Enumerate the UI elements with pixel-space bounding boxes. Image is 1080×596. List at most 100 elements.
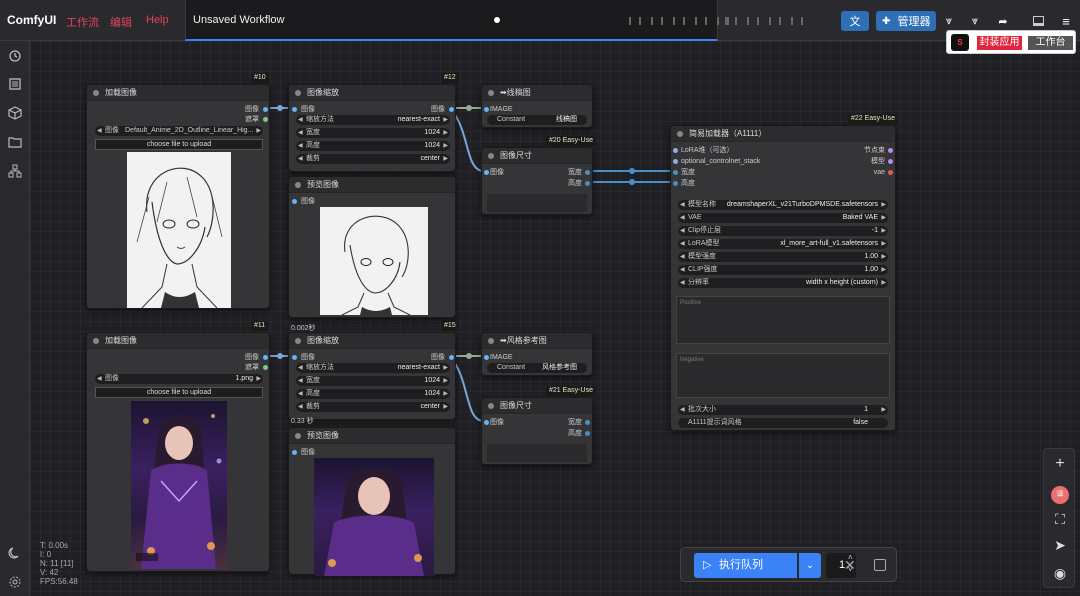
menu-help[interactable]: Help [146, 14, 169, 26]
node-title[interactable]: 图像尺寸 [482, 398, 592, 414]
workflow-tab[interactable]: Unsaved Workflow [185, 0, 729, 41]
load-image-node-1[interactable]: 加载图像 图像 遮罩 图像Default_Anime_2D_Outline_Li… [86, 84, 270, 309]
a1111-style-toggle[interactable]: A1111提示词风格 false [678, 418, 888, 428]
model-manager-icon[interactable]: ⩔ [966, 11, 984, 31]
resolution-widget[interactable]: 分辨率width x height (custom) [678, 278, 888, 288]
input-slot-controlnet-stack[interactable]: optional_controlnet_stack [673, 157, 760, 166]
preview-image-node-1[interactable]: 预览图像 图像 [288, 176, 456, 318]
run-queue-button[interactable]: 执行队列 [694, 553, 797, 578]
model-download-icon[interactable]: ⩔ [940, 11, 958, 31]
width-widget[interactable]: 宽度1024 [296, 376, 450, 386]
scale-method-widget[interactable]: 缩放方法nearest-exact [296, 363, 450, 373]
height-widget[interactable]: 高度1024 [296, 141, 450, 151]
upload-button[interactable]: choose file to upload [95, 387, 263, 398]
input-slot-width[interactable]: 宽度 [673, 168, 695, 177]
output-slot-image[interactable]: 图像 [431, 353, 454, 362]
color-icon[interactable] [788, 12, 806, 30]
output-slot-height[interactable]: 高度 [568, 179, 590, 188]
workbench-button[interactable]: 工作台 [1028, 36, 1073, 50]
history-icon[interactable] [8, 49, 22, 63]
batch-size-widget[interactable]: 批次大小1 [678, 405, 888, 415]
align-center-icon[interactable] [648, 12, 666, 30]
output-slot-mask[interactable]: 遮罩 [245, 115, 268, 124]
hamburger-menu-icon[interactable]: ≡ [1058, 11, 1074, 31]
output-slot-width[interactable]: 宽度 [568, 168, 590, 177]
node-title[interactable]: 图像缩放 [289, 85, 455, 101]
node-title[interactable]: 图像缩放 [289, 333, 455, 349]
node-title[interactable]: ➡风格参考图 [482, 333, 592, 349]
ckpt-name-widget[interactable]: 模型名称dreamshaperXL_v21TurboDPMSDE.safeten… [678, 200, 888, 210]
preview-image-node-2[interactable]: 预览图像 图像 [288, 427, 456, 576]
load-image-node-2[interactable]: 加载图像 图像 遮罩 图像1.png choose file to upload [86, 332, 270, 572]
image-scale-node-1[interactable]: 图像缩放 图像 图像 缩放方法nearest-exact 宽度1024 高度10… [288, 84, 456, 172]
width-widget[interactable]: 宽度1024 [296, 128, 450, 138]
input-slot-image[interactable]: 图像 [292, 197, 315, 206]
style-ref-set-node[interactable]: ➡风格参考图 IMAGE Constant 风格参考图 [481, 332, 593, 376]
input-slot-image[interactable]: 图像 [292, 448, 315, 457]
negative-prompt-input[interactable]: Negative [676, 353, 890, 398]
menu-workflow[interactable]: 工作流 [66, 14, 99, 30]
select-mode-icon[interactable]: ➤ [1044, 537, 1076, 554]
node-title[interactable]: 预览图像 [289, 428, 455, 444]
clip-strength-widget[interactable]: CLIP强度1.00 [678, 265, 888, 275]
fit-view-icon[interactable]: ⛶ [1044, 511, 1076, 528]
zoom-in-icon[interactable]: + [1044, 455, 1076, 473]
toggle-visibility-icon[interactable]: ◉ [1044, 565, 1076, 582]
output-slot-mask[interactable]: 遮罩 [245, 363, 268, 372]
input-slot-height[interactable]: 高度 [673, 179, 695, 188]
input-slot-image[interactable]: 图像 [484, 168, 504, 177]
vae-widget[interactable]: VAEBaked VAE [678, 213, 888, 223]
zoom-out-icon[interactable]: 译 [1044, 483, 1076, 504]
align-left-icon[interactable] [626, 12, 644, 30]
constant-widget[interactable]: Constant 线稿图 [487, 115, 587, 125]
input-slot-image[interactable]: IMAGE [484, 353, 513, 362]
lora-model-widget[interactable]: LoRA模型xl_more_art-full_v1.safetensors [678, 239, 888, 249]
scale-method-widget[interactable]: 缩放方法nearest-exact [296, 115, 450, 125]
crop-widget[interactable]: 裁剪center [296, 154, 450, 164]
output-slot-pipe[interactable]: 节点束 [864, 146, 893, 155]
node-title[interactable]: 加载图像 [87, 85, 269, 101]
input-slot-image[interactable]: 图像 [292, 105, 315, 114]
settings-gear-icon[interactable] [8, 575, 22, 589]
manager-button[interactable]: ✚ 管理器 [876, 11, 936, 31]
image-select-widget[interactable]: 图像1.png [95, 374, 263, 384]
translate-button[interactable]: 文 [841, 11, 869, 31]
folder-icon[interactable] [8, 135, 22, 149]
easy-loader-node[interactable]: 简易加载器（A1111） LoRA堆（可选） optional_controln… [670, 125, 896, 431]
node-title[interactable]: 预览图像 [289, 177, 455, 193]
output-slot-height[interactable]: 高度 [568, 429, 590, 438]
node-title[interactable]: ➡线稿图 [482, 85, 592, 101]
node-title[interactable]: 图像尺寸 [482, 148, 592, 164]
panel-toggle-icon[interactable] [1030, 11, 1046, 31]
input-slot-image[interactable]: IMAGE [484, 105, 513, 114]
input-slot-image[interactable]: 图像 [292, 353, 315, 362]
menu-edit[interactable]: 编辑 [110, 14, 132, 30]
input-slot-image[interactable]: 图像 [484, 418, 504, 427]
output-slot-vae[interactable]: vae [874, 168, 893, 177]
output-slot-width[interactable]: 宽度 [568, 418, 590, 427]
align-right-icon[interactable] [670, 12, 688, 30]
image-scale-node-2[interactable]: 图像缩放 图像 图像 缩放方法nearest-exact 宽度1024 高度10… [288, 332, 456, 420]
clear-queue-icon[interactable] [874, 559, 886, 571]
distribute-v-icon[interactable] [744, 12, 762, 30]
model-library-icon[interactable] [8, 106, 22, 120]
queue-mode-dropdown[interactable]: ⌄ [799, 553, 821, 578]
upload-button[interactable]: choose file to upload [95, 139, 263, 150]
output-slot-image[interactable]: 图像 [431, 105, 454, 114]
resize-icon[interactable] [766, 12, 784, 30]
theme-moon-icon[interactable] [8, 546, 22, 560]
constant-widget[interactable]: Constant 风格参考图 [487, 363, 587, 373]
image-select-widget[interactable]: 图像Default_Anime_2D_Outline_Linear_Hig... [95, 126, 263, 136]
node-title[interactable]: 加载图像 [87, 333, 269, 349]
package-app-button[interactable]: 封装应用 [977, 36, 1022, 50]
queue-list-icon[interactable] [8, 77, 22, 91]
node-library-icon[interactable] [8, 164, 22, 178]
height-widget[interactable]: 高度1024 [296, 389, 450, 399]
output-slot-image[interactable]: 图像 [245, 353, 268, 362]
image-size-node-1[interactable]: 图像尺寸 图像 宽度 高度 [481, 147, 593, 215]
cancel-icon[interactable]: ✕ [844, 557, 856, 574]
clip-skip-widget[interactable]: Clip停止层-1 [678, 226, 888, 236]
distribute-h-icon[interactable] [722, 12, 740, 30]
input-slot-lora-stack[interactable]: LoRA堆（可选） [673, 146, 734, 155]
output-slot-image[interactable]: 图像 [245, 105, 268, 114]
